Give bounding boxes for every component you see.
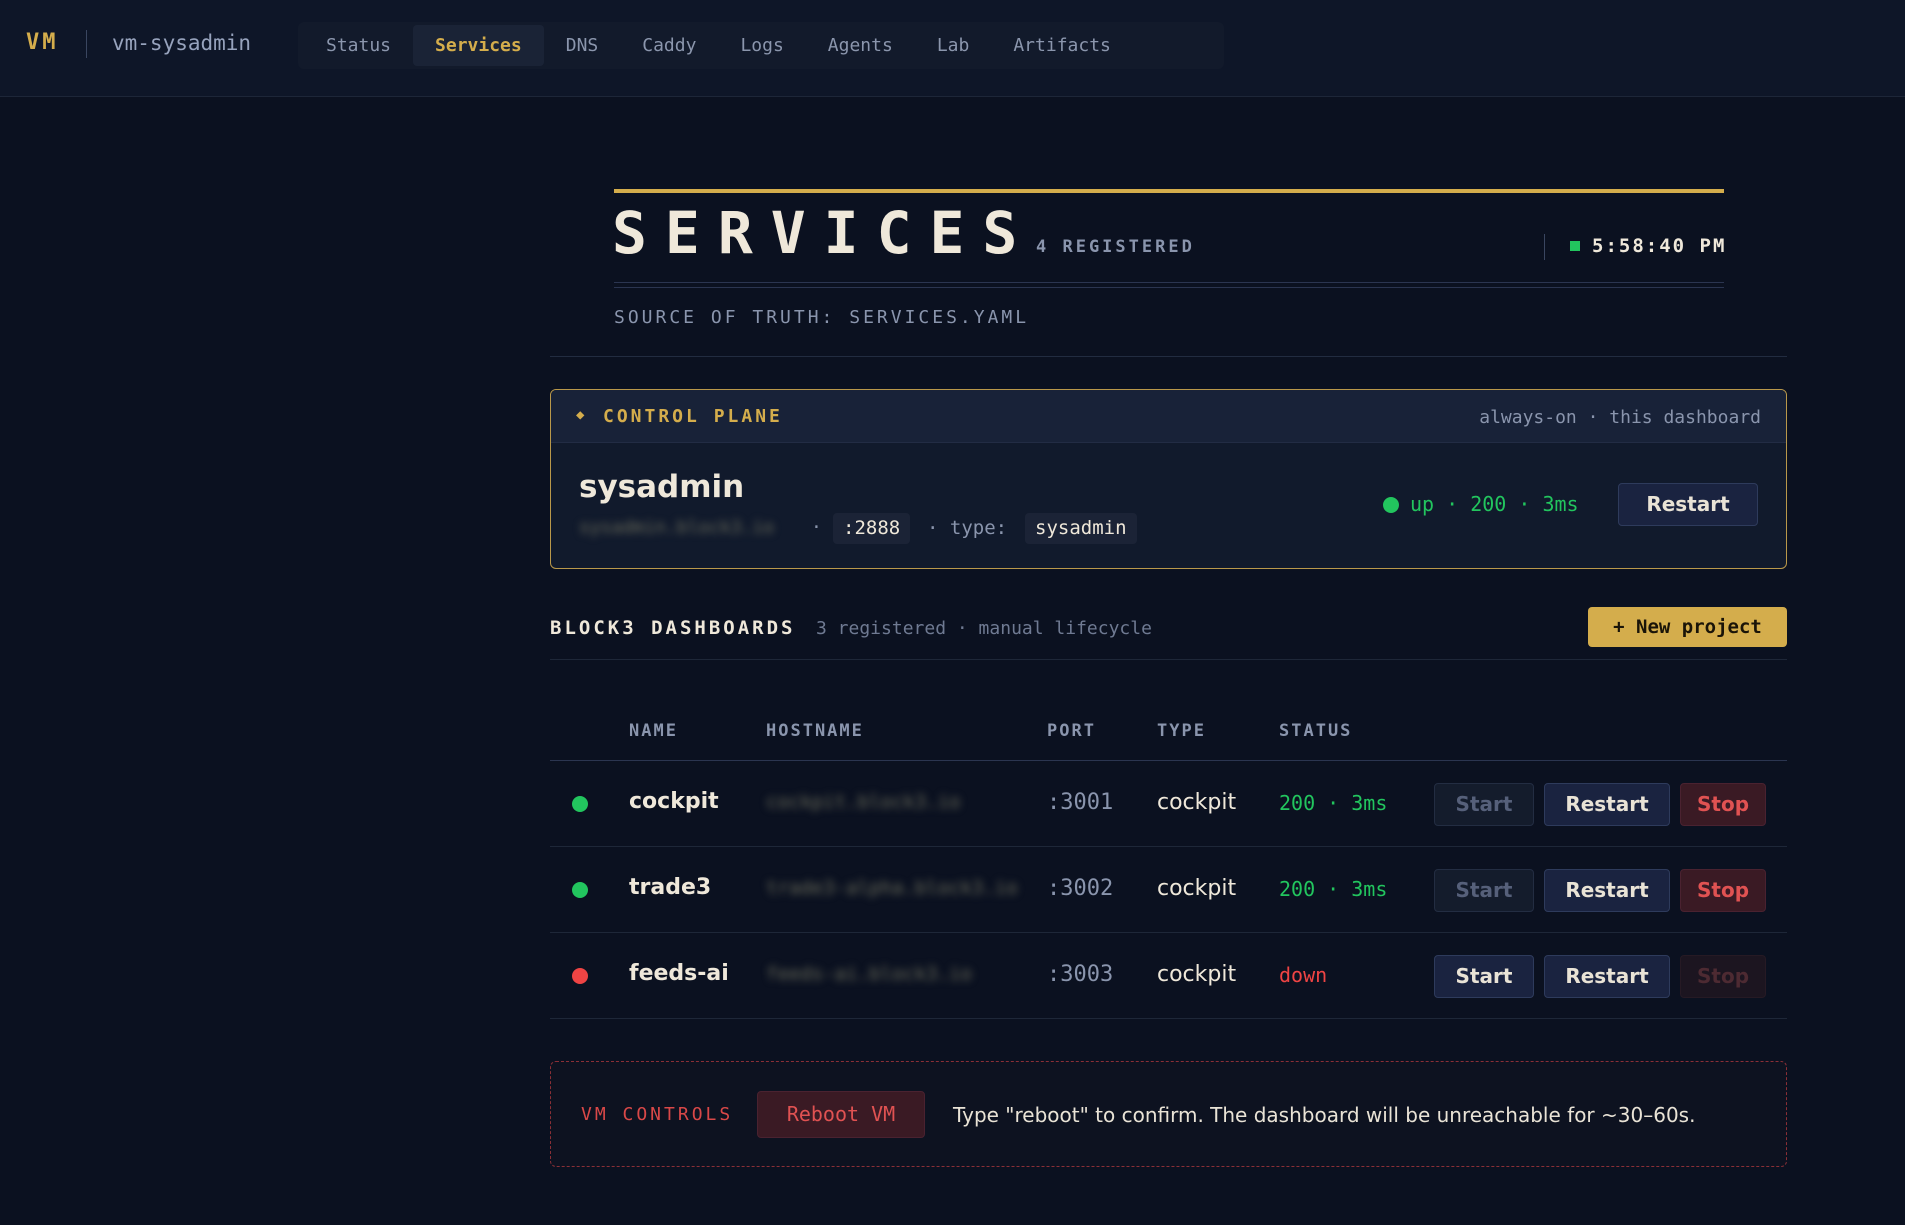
status-dot-icon <box>1383 497 1399 513</box>
service-name: cockpit <box>629 789 719 814</box>
stop-button[interactable]: Stop <box>1680 955 1766 998</box>
new-project-button[interactable]: + New project <box>1588 607 1787 647</box>
restart-button[interactable]: Restart <box>1544 869 1670 912</box>
column-header-name: NAME <box>629 721 678 741</box>
control-plane-meta: always-on · this dashboard <box>1479 407 1761 428</box>
table-row: feeds-ai feeds-ai.block3.io :3003 cockpi… <box>550 933 1787 1019</box>
control-plane-hostname: sysadmin.block3.io <box>579 517 775 538</box>
service-type: cockpit <box>1157 876 1237 901</box>
reboot-vm-button[interactable]: Reboot VM <box>757 1091 925 1138</box>
service-hostname: trade3-alpha.block3.io <box>766 877 1018 899</box>
control-plane-type-label: · type: <box>927 517 1008 539</box>
table-row: cockpit cockpit.block3.io :3001 cockpit … <box>550 761 1787 847</box>
live-indicator-icon <box>1570 241 1580 251</box>
service-hostname: cockpit.block3.io <box>766 791 961 813</box>
service-type: cockpit <box>1157 962 1237 987</box>
column-header-status: STATUS <box>1279 721 1353 741</box>
vm-hostname: vm-sysadmin <box>112 31 252 55</box>
service-name: feeds-ai <box>629 961 729 986</box>
service-hostname: feeds-ai.block3.io <box>766 963 972 985</box>
restart-button[interactable]: Restart <box>1544 955 1670 998</box>
clock: 5:58:40 PM <box>1592 235 1727 257</box>
column-header-hostname: HOSTNAME <box>766 721 864 741</box>
column-header-port: PORT <box>1047 721 1096 741</box>
header-accent-rule <box>614 189 1724 193</box>
service-type: cockpit <box>1157 790 1237 815</box>
dashboards-divider <box>550 659 1787 660</box>
control-plane-name: sysadmin <box>579 469 745 505</box>
reboot-note: Type "reboot" to confirm. The dashboard … <box>953 1103 1696 1127</box>
tab-services[interactable]: Services <box>413 25 544 66</box>
nav-tabs: Status Services DNS Caddy Logs Agents La… <box>298 22 1224 69</box>
stop-button[interactable]: Stop <box>1680 869 1766 912</box>
stop-button[interactable]: Stop <box>1680 783 1766 826</box>
control-plane-status: up · 200 · 3ms <box>1410 492 1579 516</box>
brand-divider <box>86 30 87 58</box>
tab-agents[interactable]: Agents <box>806 25 915 66</box>
diamond-icon: ◆ <box>576 407 585 423</box>
control-plane-restart-button[interactable]: Restart <box>1618 483 1758 526</box>
control-plane-title: CONTROL PLANE <box>603 406 783 427</box>
start-button[interactable]: Start <box>1434 869 1534 912</box>
clock-divider <box>1544 234 1545 260</box>
page-title: SERVICES <box>612 199 1036 267</box>
service-status: 200 · 3ms <box>1279 791 1388 815</box>
status-dot-icon <box>572 882 588 898</box>
service-status: down <box>1279 963 1328 987</box>
vm-controls-panel: VM CONTROLS Reboot VM Type "reboot" to c… <box>550 1061 1787 1167</box>
control-plane-header: ◆ CONTROL PLANE always-on · this dashboa… <box>551 390 1786 443</box>
control-plane-port: :2888 <box>833 513 911 544</box>
service-status: 200 · 3ms <box>1279 877 1388 901</box>
control-plane-card: ◆ CONTROL PLANE always-on · this dashboa… <box>550 389 1787 569</box>
vm-controls-title: VM CONTROLS <box>581 1104 734 1125</box>
status-dot-icon <box>572 968 588 984</box>
service-name: trade3 <box>629 875 712 900</box>
column-header-type: TYPE <box>1157 721 1206 741</box>
tab-lab[interactable]: Lab <box>915 25 992 66</box>
restart-button[interactable]: Restart <box>1544 783 1670 826</box>
source-of-truth: SOURCE OF TRUTH: SERVICES.YAML <box>614 307 1030 328</box>
start-button[interactable]: Start <box>1434 783 1534 826</box>
start-button[interactable]: Start <box>1434 955 1534 998</box>
tab-dns[interactable]: DNS <box>544 25 621 66</box>
status-dot-icon <box>572 796 588 812</box>
dashboards-meta: 3 registered · manual lifecycle <box>816 618 1152 639</box>
brand-logo: VM <box>26 30 59 55</box>
control-plane-separator: · <box>811 517 822 538</box>
service-port: :3002 <box>1047 876 1114 901</box>
section-divider <box>550 356 1787 357</box>
header-double-rule <box>614 282 1724 288</box>
top-bar: VM vm-sysadmin Status Services DNS Caddy… <box>0 0 1905 97</box>
service-port: :3003 <box>1047 962 1114 987</box>
tab-logs[interactable]: Logs <box>718 25 805 66</box>
dashboards-title: BLOCK3 DASHBOARDS <box>550 617 796 639</box>
tab-caddy[interactable]: Caddy <box>620 25 718 66</box>
service-port: :3001 <box>1047 790 1114 815</box>
control-plane-type: sysadmin <box>1025 513 1137 544</box>
tab-artifacts[interactable]: Artifacts <box>991 25 1133 66</box>
registered-count: 4 REGISTERED <box>1036 237 1195 257</box>
tab-status[interactable]: Status <box>304 25 413 66</box>
table-row: trade3 trade3-alpha.block3.io :3002 cock… <box>550 847 1787 933</box>
